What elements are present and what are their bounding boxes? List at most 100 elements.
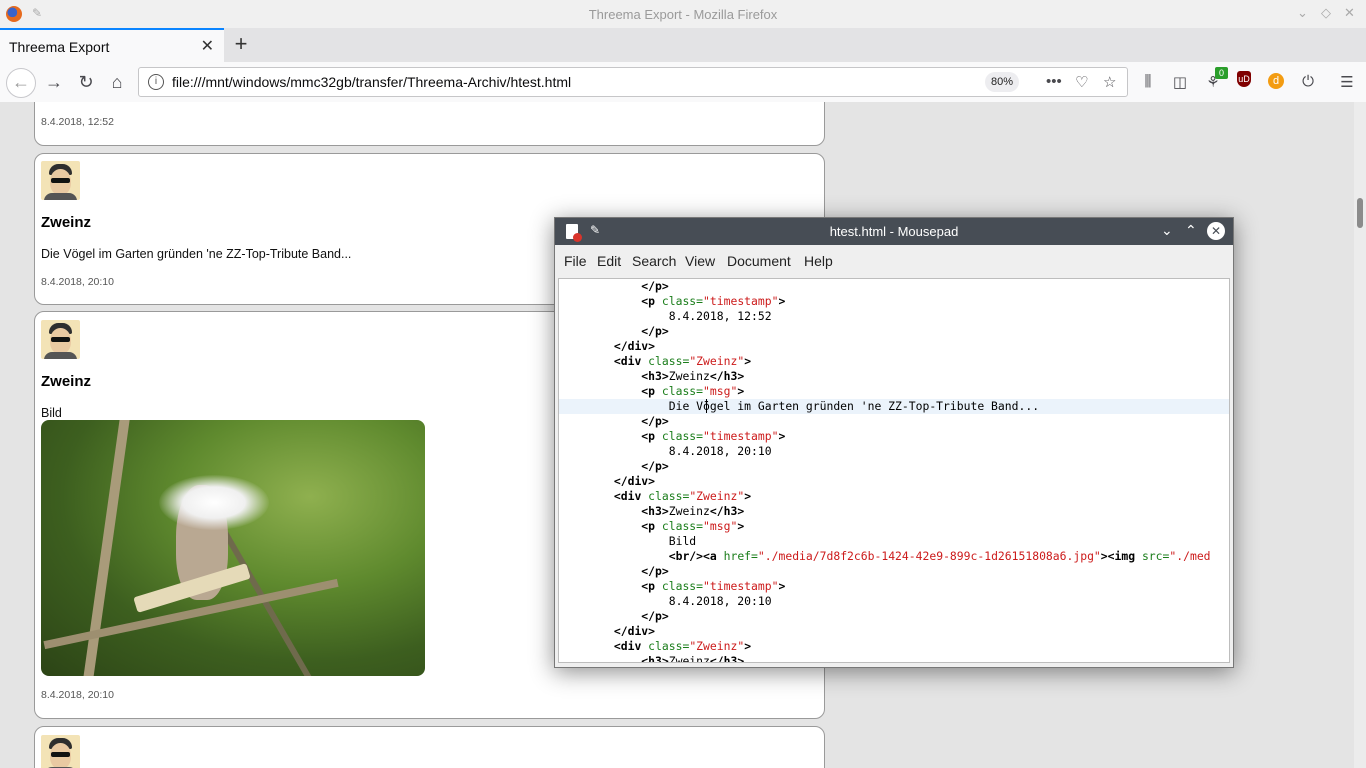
code-string: "timestamp"	[703, 294, 779, 308]
code-line[interactable]: <div class="Zweinz">	[559, 354, 1229, 369]
code-line[interactable]: </div>	[559, 339, 1229, 354]
code-line[interactable]: </p>	[559, 564, 1229, 579]
code-line[interactable]: 8.4.2018, 12:52	[559, 309, 1229, 324]
code-attribute: class=	[648, 639, 690, 653]
code-tag: >	[778, 579, 786, 593]
avatar	[41, 735, 80, 768]
code-string: "Zweinz"	[689, 489, 745, 503]
sender-name: Zweinz	[41, 214, 92, 231]
code-line[interactable]: <p class="msg">	[559, 519, 1229, 534]
home-button[interactable]: ⌂	[103, 68, 131, 96]
code-tag: <p	[641, 579, 662, 593]
code-line[interactable]: <div class="Zweinz">	[559, 639, 1229, 654]
code-tag: >	[744, 354, 752, 368]
code-text: Zweinz	[668, 369, 710, 383]
back-button[interactable]: ←	[6, 68, 36, 98]
url-bar[interactable]: i file:///mnt/windows/mmc32gb/transfer/T…	[138, 67, 1128, 97]
code-line[interactable]: <br/><a href="./media/7d8f2c6b-1424-42e9…	[559, 549, 1229, 564]
library-icon[interactable]: ⫼	[1138, 73, 1158, 90]
code-string: "./media/7d8f2c6b-1424-42e9-899c-1d26151…	[757, 549, 1101, 563]
code-tag: </div>	[613, 474, 656, 488]
code-text: Zweinz	[668, 654, 710, 663]
code-text: Zweinz	[668, 504, 710, 518]
menu-view[interactable]: View	[685, 253, 715, 269]
code-attribute: src=	[1141, 549, 1170, 563]
code-line[interactable]: Die Vögel im Garten gründen 'ne ZZ-Top-T…	[559, 399, 1229, 414]
code-tag: ><img	[1100, 549, 1142, 563]
code-line[interactable]: </p>	[559, 324, 1229, 339]
code-tag: >	[778, 294, 786, 308]
code-tag: </p>	[641, 414, 669, 428]
code-attribute: class=	[661, 294, 704, 308]
code-tag: <h3>	[641, 369, 669, 383]
close-window-icon[interactable]: ✕	[1344, 5, 1355, 21]
sender-name: Zweinz	[41, 373, 92, 390]
avatar	[41, 320, 80, 359]
url-text[interactable]: file:///mnt/windows/mmc32gb/transfer/Thr…	[172, 74, 571, 90]
ublock-icon[interactable]: uD	[1237, 71, 1251, 87]
code-line[interactable]: <p class="timestamp">	[559, 294, 1229, 309]
site-info-icon[interactable]: i	[148, 74, 164, 90]
code-tag: >	[744, 639, 752, 653]
new-tab-button[interactable]: +	[230, 31, 252, 57]
avatar	[41, 161, 80, 200]
menu-search[interactable]: Search	[632, 253, 676, 269]
maximize-icon[interactable]: ◇	[1321, 5, 1331, 21]
message-timestamp: 8.4.2018, 20:10	[41, 276, 114, 288]
text-editor[interactable]: </p> <p class="timestamp"> 8.4.2018, 12:…	[558, 278, 1230, 663]
message-card: 8.4.2018, 12:52	[34, 102, 825, 146]
code-line[interactable]: <p class="msg">	[559, 384, 1229, 399]
code-attribute: class=	[661, 579, 704, 593]
zoom-indicator[interactable]: 80%	[985, 72, 1020, 92]
page-scrollbar[interactable]	[1354, 102, 1366, 768]
hamburger-menu-icon[interactable]: ☰	[1337, 73, 1357, 91]
code-line[interactable]: <h3>Zweinz</h3>	[559, 654, 1229, 663]
code-line[interactable]: </div>	[559, 624, 1229, 639]
extension-d-icon[interactable]: d	[1268, 73, 1284, 89]
code-tag: </h3>	[709, 654, 745, 663]
code-line[interactable]: 8.4.2018, 20:10	[559, 444, 1229, 459]
tab-label: Threema Export	[9, 39, 110, 55]
bird-photo-link[interactable]	[41, 420, 425, 676]
code-line[interactable]: </p>	[559, 609, 1229, 624]
reload-button[interactable]: ↻	[72, 68, 100, 96]
page-actions-icon[interactable]: •••	[1046, 73, 1062, 90]
nav-toolbar: ← → ↻ ⌂ i file:///mnt/windows/mmc32gb/tr…	[0, 62, 1366, 103]
tab-threema-export[interactable]: Threema Export ✕	[0, 28, 224, 62]
code-attribute: class=	[661, 519, 704, 533]
scrollbar-thumb[interactable]	[1357, 198, 1363, 228]
minimize-icon[interactable]: ⌄	[1161, 222, 1173, 239]
sidebar-icon[interactable]: ◫	[1170, 73, 1190, 91]
menu-help[interactable]: Help	[804, 253, 833, 269]
message-text: Die Vögel im Garten gründen 'ne ZZ-Top-T…	[41, 247, 352, 261]
menu-edit[interactable]: Edit	[597, 253, 621, 269]
code-line[interactable]: <h3>Zweinz</h3>	[559, 369, 1229, 384]
power-icon[interactable]: ⏻	[1298, 73, 1318, 90]
code-line[interactable]: <p class="timestamp">	[559, 429, 1229, 444]
code-line[interactable]: </p>	[559, 459, 1229, 474]
menu-file[interactable]: File	[564, 253, 587, 269]
menu-document[interactable]: Document	[727, 253, 791, 269]
code-string: "msg"	[703, 384, 738, 398]
code-tag: >	[744, 489, 752, 503]
minimize-icon[interactable]: ⌄	[1297, 5, 1308, 21]
code-string: "msg"	[703, 519, 738, 533]
forward-button[interactable]: →	[40, 68, 68, 96]
close-icon[interactable]: ✕	[1207, 222, 1225, 240]
maximize-icon[interactable]: ⌃	[1185, 222, 1197, 239]
code-line[interactable]: </p>	[559, 414, 1229, 429]
code-line[interactable]: <p class="timestamp">	[559, 579, 1229, 594]
code-line[interactable]: 8.4.2018, 20:10	[559, 594, 1229, 609]
text-cursor	[706, 399, 707, 413]
code-tag: </p>	[641, 609, 669, 623]
bookmark-star-icon[interactable]: ☆	[1103, 73, 1116, 91]
code-line[interactable]: Bild	[559, 534, 1229, 549]
code-line[interactable]: </p>	[559, 279, 1229, 294]
pocket-icon[interactable]: ♡	[1075, 73, 1088, 91]
code-line[interactable]: <h3>Zweinz</h3>	[559, 504, 1229, 519]
code-tag: </p>	[641, 459, 669, 473]
code-line[interactable]: </div>	[559, 474, 1229, 489]
tab-close-icon[interactable]: ✕	[201, 36, 214, 56]
code-line[interactable]: <div class="Zweinz">	[559, 489, 1229, 504]
code-tag: </h3>	[709, 369, 745, 383]
